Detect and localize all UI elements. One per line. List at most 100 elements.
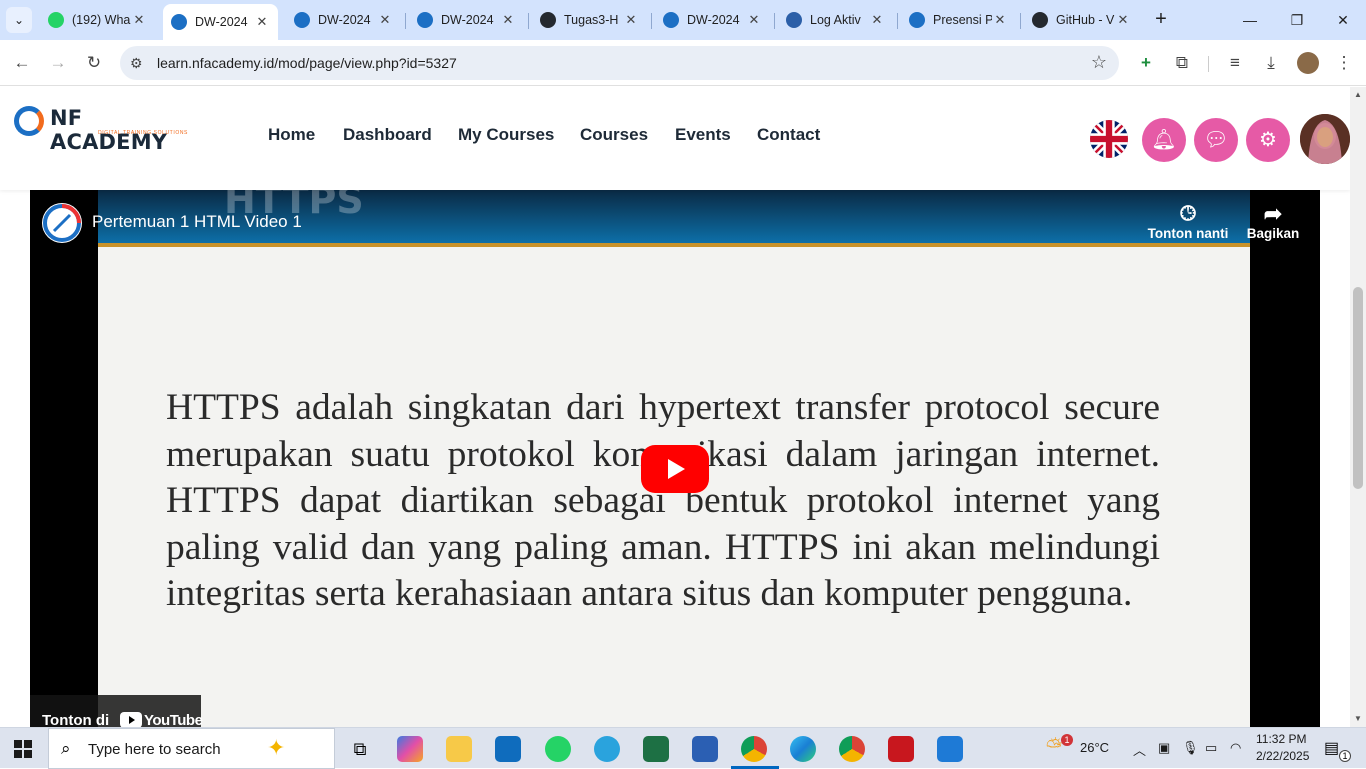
chrome-profile-icon[interactable]	[741, 736, 767, 762]
play-button[interactable]	[641, 445, 709, 493]
excel-icon[interactable]	[643, 736, 669, 762]
tab-close-icon[interactable]: ✕	[131, 12, 147, 28]
channel-logo-icon[interactable]	[42, 203, 82, 243]
clock-time[interactable]: 11:32 PM	[1256, 732, 1306, 746]
copilot-sparkle-icon[interactable]: ✦	[267, 735, 285, 761]
task-view-icon[interactable]: ⧉	[347, 736, 373, 762]
minimize-button[interactable]: —	[1235, 8, 1265, 32]
telegram-icon[interactable]	[594, 736, 620, 762]
search-placeholder: Type here to search	[88, 741, 221, 758]
tab-separator	[774, 13, 775, 29]
tab-close-icon[interactable]: ✕	[500, 12, 516, 28]
video-title[interactable]: Pertemuan 1 HTML Video 1	[92, 212, 302, 232]
edge-icon[interactable]	[790, 736, 816, 762]
nf-academy-logo[interactable]: NF ACADEMY DIGITAL TRAINING SOLUTIONS	[14, 103, 194, 154]
browser-tab[interactable]: Tugas3-H ✕	[532, 5, 647, 35]
extension-add-icon[interactable]: +	[1134, 51, 1158, 75]
tab-title: Tugas3-H	[564, 13, 619, 27]
file-explorer-icon[interactable]	[446, 736, 472, 762]
back-button[interactable]: ←	[10, 51, 34, 75]
tab-close-icon[interactable]: ✕	[254, 14, 270, 30]
restore-button[interactable]: ❐	[1282, 8, 1312, 32]
share-label: Bagikan	[1246, 226, 1300, 241]
watch-later-label: Tonton nanti	[1147, 226, 1229, 241]
weather-cloud-icon[interactable]: ⛅︎	[1046, 736, 1062, 759]
weather-temperature[interactable]: 26°C	[1080, 740, 1109, 755]
wifi-icon[interactable]: ◠	[1230, 740, 1241, 756]
browser-tab[interactable]: DW-2024 ✕	[286, 5, 401, 35]
profile-avatar[interactable]	[1297, 52, 1319, 74]
page-scrollbar[interactable]: ▲ ▼	[1350, 87, 1366, 727]
taskbar-search-box[interactable]: ⌕ Type here to search ✦	[48, 728, 335, 769]
bookmark-star-icon[interactable]: ☆	[1091, 52, 1107, 73]
browser-tab[interactable]: (192) Wha ✕	[40, 5, 155, 35]
watch-later-button[interactable]: 🕒︎ Tonton nanti	[1142, 202, 1234, 241]
site-info-icon[interactable]: ⚙	[130, 55, 143, 72]
acrobat-icon[interactable]	[888, 736, 914, 762]
clock-icon: 🕒︎	[1180, 203, 1196, 225]
scrollbar-thumb[interactable]	[1353, 287, 1363, 489]
clock-date[interactable]: 2/22/2025	[1256, 749, 1309, 763]
tab-search-button[interactable]: ⌄	[6, 7, 32, 33]
microphone-icon[interactable]: 🎙︎	[1182, 740, 1199, 756]
tab-separator	[1020, 13, 1021, 29]
battery-icon[interactable]: ▭	[1205, 740, 1217, 756]
watch-on-youtube-button[interactable]: Tonton di YouTube	[30, 695, 203, 727]
outlook-icon[interactable]	[495, 736, 521, 762]
scroll-down-arrow-icon[interactable]: ▼	[1350, 714, 1366, 723]
user-avatar[interactable]	[1300, 114, 1350, 164]
tab-close-icon[interactable]: ✕	[1115, 12, 1131, 28]
nav-courses[interactable]: Courses	[580, 125, 648, 145]
download-icon[interactable]: ⤓	[1259, 51, 1283, 75]
windows-start-icon[interactable]	[14, 740, 32, 758]
nav-dashboard[interactable]: Dashboard	[343, 125, 432, 145]
reload-button[interactable]: ↻	[82, 51, 106, 75]
youtube-video-embed[interactable]: HTTPS HTTPS adalah singkatan dari hypert…	[30, 190, 1320, 727]
tab-close-icon[interactable]: ✕	[746, 12, 762, 28]
uk-flag-icon[interactable]	[1090, 120, 1128, 158]
browser-tab[interactable]: DW-2024 ✕	[409, 5, 524, 35]
tab-title: Log Aktiv	[810, 13, 861, 27]
tab-separator	[528, 13, 529, 29]
nf-academy-icon	[294, 12, 310, 28]
logo-ring-icon	[14, 106, 44, 136]
close-window-button[interactable]: ✕	[1328, 8, 1358, 32]
tab-close-icon[interactable]: ✕	[869, 12, 885, 28]
vscode-icon[interactable]	[937, 736, 963, 762]
scroll-up-arrow-icon[interactable]: ▲	[1350, 90, 1366, 99]
copilot-icon[interactable]	[397, 736, 423, 762]
settings-gear-icon[interactable]: ⚙	[1246, 118, 1290, 162]
notification-bell-icon[interactable]: 🔔︎	[1142, 118, 1186, 162]
tab-close-icon[interactable]: ✕	[377, 12, 393, 28]
tab-separator	[897, 13, 898, 29]
media-control-icon[interactable]: ≡	[1223, 51, 1247, 75]
nav-events[interactable]: Events	[675, 125, 731, 145]
chrome-icon[interactable]	[839, 736, 865, 762]
play-triangle-icon	[668, 459, 685, 479]
nav-home[interactable]: Home	[268, 125, 315, 145]
tray-overflow-chevron-icon[interactable]: ︿	[1133, 740, 1146, 759]
menu-kebab-icon[interactable]: ⋮	[1332, 51, 1356, 75]
whatsapp-icon[interactable]	[545, 736, 571, 762]
word-icon[interactable]	[692, 736, 718, 762]
browser-tab[interactable]: Presensi P ✕	[901, 5, 1016, 35]
site-header: NF ACADEMY DIGITAL TRAINING SOLUTIONS Ho…	[0, 87, 1350, 190]
browser-tab[interactable]: Log Aktiv ✕	[778, 5, 893, 35]
tab-close-icon[interactable]: ✕	[992, 12, 1008, 28]
url-text[interactable]: learn.nfacademy.id/mod/page/view.php?id=…	[157, 55, 457, 71]
notification-center-icon[interactable]: ▤	[1324, 738, 1339, 758]
nav-my-courses[interactable]: My Courses	[458, 125, 554, 145]
messages-chat-icon[interactable]: 💬︎	[1194, 118, 1238, 162]
new-tab-button[interactable]: +	[1150, 8, 1172, 30]
toolbar-divider	[1208, 56, 1209, 72]
forward-button[interactable]: →	[46, 51, 70, 75]
address-bar[interactable]: ⚙ learn.nfacademy.id/mod/page/view.php?i…	[120, 46, 1119, 80]
share-button[interactable]: ➦ Bagikan	[1242, 202, 1304, 242]
browser-tab[interactable]: DW-2024 ✕	[655, 5, 770, 35]
browser-tab[interactable]: GitHub - V ✕	[1024, 5, 1139, 35]
meet-now-icon[interactable]: ▣	[1158, 740, 1170, 756]
tab-close-icon[interactable]: ✕	[623, 12, 639, 28]
nav-contact[interactable]: Contact	[757, 125, 820, 145]
extensions-puzzle-icon[interactable]: ⧉	[1170, 51, 1194, 75]
browser-tab[interactable]: DW-2024 ✕	[163, 4, 278, 40]
